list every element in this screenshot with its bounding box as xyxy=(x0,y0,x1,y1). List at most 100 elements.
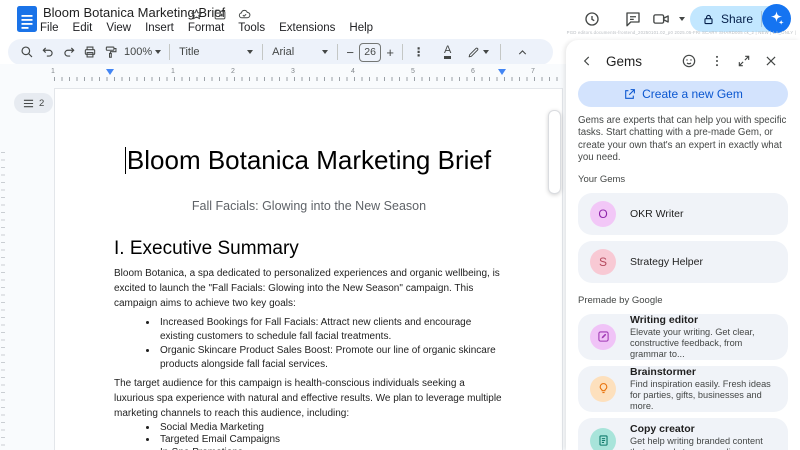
gem-name: Strategy Helper xyxy=(630,256,703,268)
gemini-button[interactable] xyxy=(762,4,791,33)
gem-description: Get help writing branded content that ap… xyxy=(630,436,776,450)
close-icon[interactable] xyxy=(764,54,778,68)
toolbar-divider xyxy=(500,44,501,60)
lock-icon xyxy=(702,13,715,26)
document-body[interactable]: Bloom Botanica Marketing Brief Fall Faci… xyxy=(114,144,504,450)
open-in-new-icon xyxy=(623,88,636,101)
menu-insert[interactable]: Insert xyxy=(138,21,181,35)
gem-name: Writing editor xyxy=(630,314,776,326)
menu-format[interactable]: Format xyxy=(181,21,231,35)
hide-menus-button[interactable] xyxy=(512,42,533,62)
gem-name: Brainstormer xyxy=(630,366,776,378)
right-indent-marker[interactable] xyxy=(498,69,506,75)
create-new-gem-button[interactable]: Create a new Gem xyxy=(578,81,788,107)
gem-card-writing-editor[interactable]: Writing editor Elevate your writing. Get… xyxy=(578,314,788,360)
doc-bullet-item[interactable]: In-Spa Promotions xyxy=(158,447,504,450)
menu-edit[interactable]: Edit xyxy=(66,21,100,35)
decrease-font-size-button[interactable]: − xyxy=(343,45,357,60)
paragraph-style-select[interactable]: Title xyxy=(175,42,257,62)
left-indent-marker[interactable] xyxy=(106,69,114,75)
more-vertical-icon[interactable] xyxy=(710,54,724,68)
undo-button[interactable] xyxy=(37,42,58,62)
toolbar-divider xyxy=(262,44,263,60)
undo-icon xyxy=(41,45,55,59)
ruler-number: 1 xyxy=(48,68,58,75)
menu-help[interactable]: Help xyxy=(342,21,380,35)
chevron-up-icon xyxy=(516,46,529,59)
doc-bullet-item[interactable]: Organic Skincare Product Sales Boost: Pr… xyxy=(158,344,504,372)
ruler-number: 6 xyxy=(468,68,478,75)
horizontal-ruler: 1 1 2 3 4 5 6 7 xyxy=(54,68,564,81)
doc-bullet-item[interactable]: Social Media Marketing xyxy=(158,422,504,434)
gem-avatar xyxy=(590,324,616,350)
tabs-count: 2 xyxy=(39,98,44,109)
gem-card-brainstormer[interactable]: Brainstormer Find inspiration easily. Fr… xyxy=(578,366,788,412)
doc-paragraph[interactable]: Bloom Botanica, a spa dedicated to perso… xyxy=(114,267,504,311)
cloud-saved-icon[interactable] xyxy=(237,8,252,21)
doc-section-heading[interactable]: I. Executive Summary xyxy=(114,236,504,262)
editing-mode-select[interactable] xyxy=(464,42,492,62)
font-size-input[interactable]: 26 xyxy=(359,43,381,62)
font-value: Arial xyxy=(272,46,294,58)
doc-bullet-item[interactable]: Increased Bookings for Fall Facials: Att… xyxy=(158,316,504,344)
gem-avatar xyxy=(590,428,616,450)
text-cursor xyxy=(125,147,127,174)
gem-card-okr-writer[interactable]: O OKR Writer xyxy=(578,193,788,235)
feedback-face-icon[interactable] xyxy=(681,53,697,69)
version-history-icon[interactable] xyxy=(583,10,601,28)
video-call-icon[interactable] xyxy=(652,10,670,28)
expand-icon[interactable] xyxy=(737,54,751,68)
doc-heading-title[interactable]: Bloom Botanica Marketing Brief xyxy=(114,144,504,177)
gem-initial: S xyxy=(599,255,607,269)
menu-tools[interactable]: Tools xyxy=(231,21,272,35)
paint-roller-icon xyxy=(104,45,118,59)
zoom-select[interactable]: 100% xyxy=(121,42,164,62)
print-button[interactable] xyxy=(79,42,100,62)
gem-name: OKR Writer xyxy=(630,208,683,220)
doc-subtitle[interactable]: Fall Facials: Glowing into the New Seaso… xyxy=(114,198,504,214)
search-menus-button[interactable] xyxy=(16,42,37,62)
lightbulb-icon xyxy=(597,382,610,395)
toolbar: 100% Title Arial − 26 + ⋮ A xyxy=(8,39,553,65)
increase-font-size-button[interactable]: + xyxy=(383,45,397,60)
more-toolbar-button[interactable]: ⋮ xyxy=(408,42,429,62)
move-folder-icon[interactable] xyxy=(213,8,227,21)
text-color-button[interactable]: A xyxy=(437,42,458,62)
gem-description: Elevate your writing. Get clear, constru… xyxy=(630,327,776,359)
doc-paragraph[interactable]: The target audience for this campaign is… xyxy=(114,377,504,421)
font-caret-icon xyxy=(322,50,328,54)
doc-bullet-item[interactable]: Targeted Email Campaigns xyxy=(158,434,504,446)
menubar: File Edit View Insert Format Tools Exten… xyxy=(33,21,380,35)
vertical-ruler xyxy=(1,152,5,450)
document-tabs-button[interactable]: 2 xyxy=(14,93,53,113)
edit-pen-icon xyxy=(597,330,610,343)
comments-icon[interactable] xyxy=(624,10,642,28)
paint-format-button[interactable] xyxy=(100,42,121,62)
gem-card-copy-creator[interactable]: Copy creator Get help writing branded co… xyxy=(578,418,788,450)
gems-description: Gems are experts that can help you with … xyxy=(578,115,788,165)
doc-bullet-list: Social Media Marketing Targeted Email Ca… xyxy=(114,422,504,450)
star-icon[interactable] xyxy=(190,8,203,21)
editing-mode-caret-icon xyxy=(483,50,489,54)
document-scrollbar-thumb[interactable] xyxy=(548,110,561,194)
menu-extensions[interactable]: Extensions xyxy=(272,21,342,35)
ruler-number: 4 xyxy=(348,68,358,75)
back-icon[interactable] xyxy=(580,54,594,68)
video-call-caret-icon[interactable] xyxy=(679,17,685,21)
ruler-number: 2 xyxy=(228,68,238,75)
tabs-list-icon xyxy=(23,99,34,108)
gem-card-strategy-helper[interactable]: S Strategy Helper xyxy=(578,241,788,283)
gemini-spark-icon xyxy=(768,10,785,27)
create-new-gem-label: Create a new Gem xyxy=(642,87,743,101)
app-header: Bloom Botanica Marketing Brief File Edit… xyxy=(0,0,800,38)
ruler-number: 5 xyxy=(408,68,418,75)
your-gems-label: Your Gems xyxy=(578,174,788,185)
menu-view[interactable]: View xyxy=(99,21,138,35)
ruler-number: 3 xyxy=(288,68,298,75)
gem-avatar: O xyxy=(590,201,616,227)
menu-file[interactable]: File xyxy=(33,21,66,35)
toolbar-divider xyxy=(169,44,170,60)
font-select[interactable]: Arial xyxy=(268,42,332,62)
redo-button[interactable] xyxy=(58,42,79,62)
print-icon xyxy=(83,45,97,59)
